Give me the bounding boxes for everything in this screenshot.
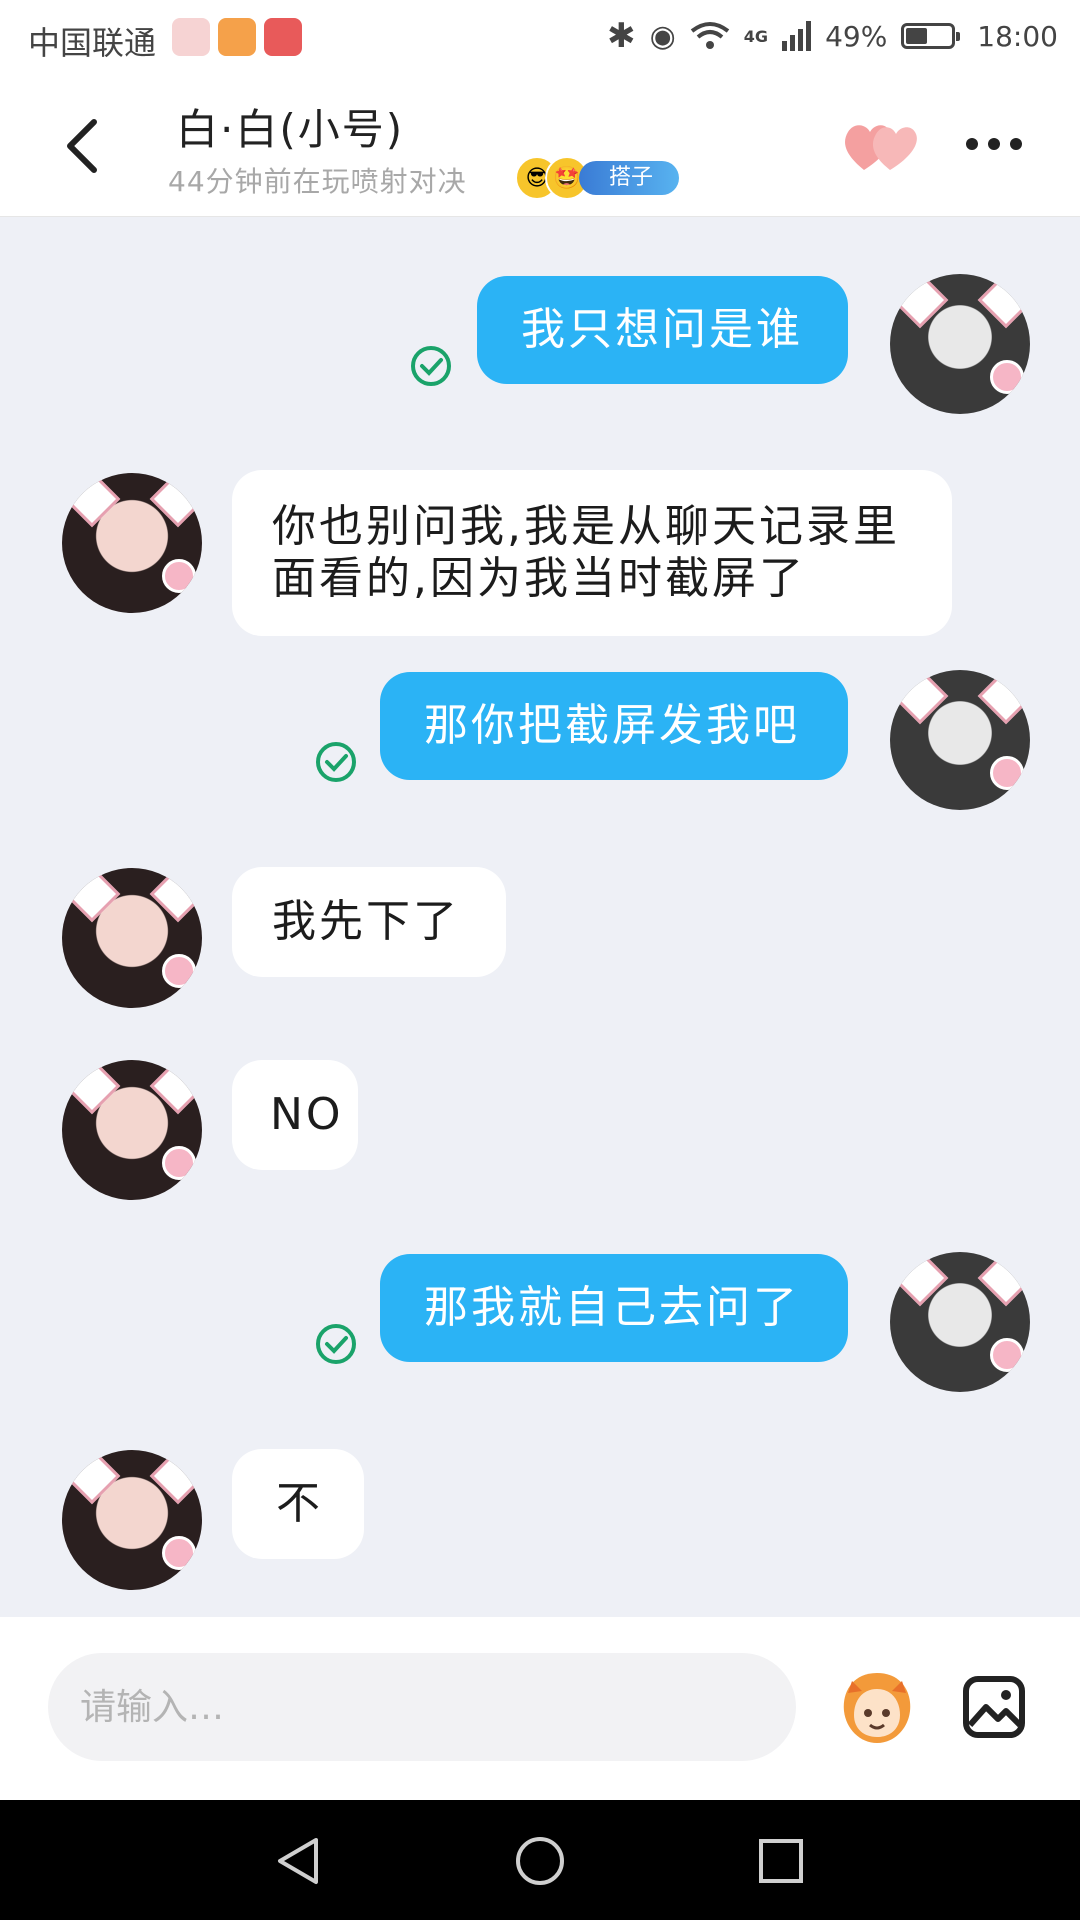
battery-icon <box>901 23 961 49</box>
mascot-sticker-icon[interactable] <box>836 1667 918 1749</box>
contact-status: 44分钟前在玩喷射对决 <box>168 165 467 198</box>
nav-back-icon[interactable] <box>272 1834 326 1888</box>
my-avatar[interactable] <box>890 274 1030 414</box>
message-bubble-incoming[interactable]: 我先下了 <box>232 867 506 977</box>
notification-app-icon <box>172 18 210 56</box>
carrier-label: 中国联通 <box>28 24 157 62</box>
message-bubble-incoming[interactable]: 不 <box>232 1449 364 1559</box>
contact-avatar[interactable] <box>62 473 202 613</box>
nav-home-icon[interactable] <box>513 1834 567 1888</box>
bluetooth-icon: ✱ <box>607 16 636 56</box>
message-bubble-incoming[interactable]: 你也别问我,我是从聊天记录里面看的,因为我当时截屏了 <box>232 470 952 636</box>
clock: 18:00 <box>977 19 1058 53</box>
relation-tag: 搭子 <box>579 161 680 195</box>
status-icons: ✱ ◉ 4G 49% 18:00 <box>607 16 1058 56</box>
network-type-label: 4G <box>743 26 769 46</box>
back-icon[interactable] <box>56 114 112 178</box>
read-check-icon <box>316 1324 356 1364</box>
message-input[interactable] <box>48 1653 796 1761</box>
message-bubble-outgoing[interactable]: 那你把截屏发我吧 <box>380 672 848 780</box>
more-options-icon[interactable] <box>966 138 1022 150</box>
message-list: 我只想问是谁 你也别问我,我是从聊天记录里面看的,因为我当时截屏了 那你把截屏发… <box>0 217 1080 1617</box>
system-nav-bar <box>0 1800 1080 1920</box>
contact-avatar[interactable] <box>62 1060 202 1200</box>
nav-recents-icon[interactable] <box>754 1834 808 1888</box>
message-bubble-outgoing[interactable]: 那我就自己去问了 <box>380 1254 848 1362</box>
status-bar: 中国联通 ✱ ◉ 4G 49% 18:00 <box>0 0 1080 76</box>
my-avatar[interactable] <box>890 1252 1030 1392</box>
double-heart-icon[interactable] <box>840 118 918 174</box>
message-bubble-outgoing[interactable]: 我只想问是谁 <box>477 276 848 384</box>
chat-header: 白·白(小号) 44分钟前在玩喷射对决 😎 🤩 搭子 <box>0 76 1080 217</box>
message-bubble-incoming[interactable]: NO <box>232 1060 358 1170</box>
huawei-app-icon <box>264 18 302 56</box>
composer-bar <box>0 1617 1080 1800</box>
eye-comfort-icon: ◉ <box>649 18 676 54</box>
wifi-icon <box>690 22 730 49</box>
contact-avatar[interactable] <box>62 868 202 1008</box>
image-picker-icon[interactable] <box>962 1675 1026 1739</box>
battery-percent: 49% <box>825 19 888 53</box>
my-avatar[interactable] <box>890 670 1030 810</box>
read-check-icon <box>316 742 356 782</box>
signal-icon <box>782 21 812 51</box>
relation-badge[interactable]: 😎 🤩 搭子 <box>515 156 680 200</box>
read-check-icon <box>411 346 451 386</box>
contact-avatar[interactable] <box>62 1450 202 1590</box>
video-app-icon <box>218 18 256 56</box>
contact-name[interactable]: 白·白(小号) <box>176 96 404 157</box>
